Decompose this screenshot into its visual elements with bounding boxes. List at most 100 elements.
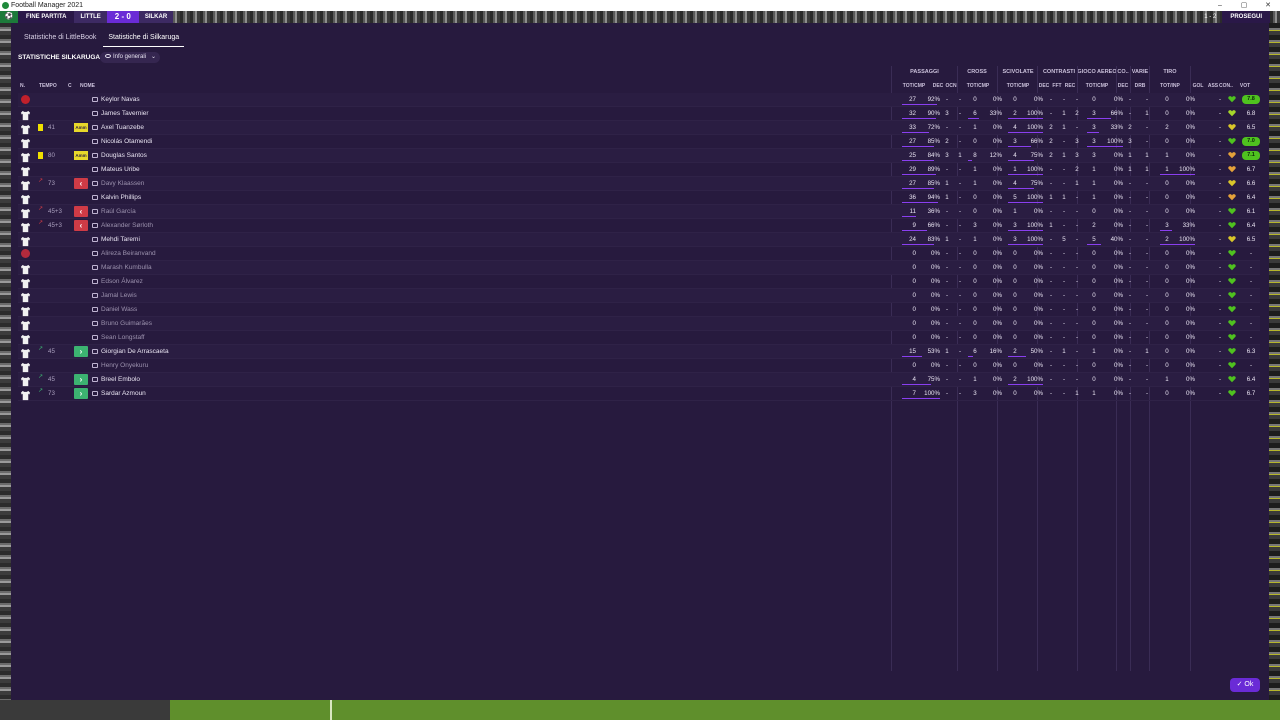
player-name[interactable]: Raúl García <box>101 205 136 218</box>
col-con[interactable]: CON.. <box>1218 83 1234 89</box>
col-gol[interactable]: GOL <box>1190 83 1206 89</box>
tab-silkaruga-stats[interactable]: Statistiche di Silkaruga <box>103 31 185 47</box>
col-tempo[interactable]: TEMPO <box>39 83 57 89</box>
player-name[interactable]: Sean Longstaff <box>101 331 145 344</box>
player-info-icon[interactable] <box>92 293 98 298</box>
table-row[interactable]: ↗ 45 › Breel Embolo 4 75% - -1 0% 2 100% - - -0 0% - -1 0… <box>18 373 1260 387</box>
player-name[interactable]: Mateus Uribe <box>101 163 140 176</box>
player-info-icon[interactable] <box>92 237 98 242</box>
player-info-icon[interactable] <box>92 195 98 200</box>
tab-littlebook-stats[interactable]: Statistiche di LittleBook <box>19 31 101 47</box>
player-name[interactable]: Kalvin Phillips <box>101 191 141 204</box>
table-row[interactable]: Keylor Navas 27 92% - -0 0% 0 0% - - -0 0% - -0 0% -7.8 <box>18 93 1260 107</box>
table-row[interactable]: Sean Longstaff 0 0% - -0 0% 0 0% - - -0 0% - -0 0% - - <box>18 331 1260 345</box>
col-contr-rec[interactable]: REC <box>1063 83 1077 89</box>
shots-on-target-pct: 0% <box>1186 138 1195 145</box>
player-info-icon[interactable] <box>92 363 98 368</box>
table-row[interactable]: ↗ 45 › Giorgian De Arrascaeta 15 53% 1-6 16% 2 50… <box>18 345 1260 359</box>
table-row[interactable]: James Tavernier 32 90% 3-6 33% 2 100% -1 2 3 66% -1… <box>18 107 1260 121</box>
player-info-icon[interactable] <box>92 251 98 256</box>
table-row[interactable]: 41 Amm Axel Tuanzebe 33 72% - -1 0% 4 100% 2 1-3 33%… <box>18 121 1260 135</box>
assists: - <box>1218 334 1222 341</box>
table-row[interactable]: Kalvin Phillips 36 94% 1-0 0% 5 100% 1 1-1 0% - -0 0… <box>18 191 1260 205</box>
close-icon[interactable]: ✕ <box>1256 0 1280 11</box>
col-n[interactable]: N. <box>20 83 25 89</box>
table-row[interactable]: ↗ 45+3 ‹ Alexander Sørloth 9 66% - -3 0% 3 100% 1- -… <box>18 219 1260 233</box>
col-pass-tot[interactable]: TOT/CMP <box>894 83 934 89</box>
team-tabs: Statistiche di LittleBook Statistiche di… <box>19 31 186 47</box>
table-row[interactable]: Bruno Guimarães 0 0% - -0 0% 0 0% - - -0 0% - -0 0% - - <box>18 317 1260 331</box>
player-name[interactable]: James Tavernier <box>101 107 149 120</box>
player-name[interactable]: Bruno Guimarães <box>101 317 152 330</box>
booking-badge: Amm <box>74 123 88 132</box>
shirt-icon <box>20 136 31 149</box>
col-vot[interactable]: VOT <box>1236 83 1254 89</box>
view-select-dropdown[interactable]: Info generali ⌄ <box>100 52 160 63</box>
player-info-icon[interactable] <box>92 265 98 270</box>
table-row[interactable]: ↗ 73 › Sardar Azmoun 7 100% - -3 0% 0 0% - -1 1 0% - -0 0… <box>18 387 1260 401</box>
col-contr-dec[interactable]: DEC <box>1037 83 1051 89</box>
table-row[interactable]: ↗ 73 ‹ Davy Klaassen 27 85% 1-1 0% 4 75% - -1 1 0% - -0… <box>18 177 1260 191</box>
continue-button[interactable]: PROSEGUI <box>1222 11 1270 23</box>
col-aereo-tot[interactable]: TOT/CMP <box>1077 83 1117 89</box>
player-name[interactable]: Keylor Navas <box>101 93 140 106</box>
player-name[interactable]: Nicolás Otamendi <box>101 135 152 148</box>
table-row[interactable]: 80 Amm Douglas Santos 25 84% 3 1 8 12% 4 75% 2 1 3 3 0%… <box>18 149 1260 163</box>
table-row[interactable]: Henry Onyekuru 0 0% - -0 0% 0 0% - - -0 0% - -0 0% - - <box>18 359 1260 373</box>
player-info-icon[interactable] <box>92 223 98 228</box>
col-cross-tot[interactable]: TOT/CMP <box>958 83 998 89</box>
restore-icon[interactable]: ▢ <box>1232 0 1256 11</box>
player-info-icon[interactable] <box>92 181 98 186</box>
player-info-icon[interactable] <box>92 125 98 130</box>
crosses-completed-pct: 0% <box>993 236 1002 243</box>
player-name[interactable]: Henry Onyekuru <box>101 359 148 372</box>
table-row[interactable]: Daniel Wass 0 0% - -0 0% 0 0% - - -0 0% - -0 0% - - <box>18 303 1260 317</box>
player-info-icon[interactable] <box>92 153 98 158</box>
player-info-icon[interactable] <box>92 335 98 340</box>
col-contr-fft[interactable]: FFT <box>1050 83 1064 89</box>
table-row[interactable]: Nicolás Otamendi 27 85% 2-0 0% 3 66% 2-3 3 100% 3-… <box>18 135 1260 149</box>
col-tiro-tot[interactable]: TOT/INP <box>1150 83 1190 89</box>
table-row[interactable]: Edson Álvarez 0 0% - -0 0% 0 0% - - -0 0% - -0 0% - - <box>18 275 1260 289</box>
player-name[interactable]: Sardar Azmoun <box>101 387 146 400</box>
player-info-icon[interactable] <box>92 279 98 284</box>
player-name[interactable]: Marash Kumbulla <box>101 261 152 274</box>
player-info-icon[interactable] <box>92 377 98 382</box>
player-name[interactable]: Jamal Lewis <box>101 289 137 302</box>
table-row[interactable]: Mehdi Taremi 24 83% 1-1 0% 3 100% -5-5 40% - -2 100… <box>18 233 1260 247</box>
col-c[interactable]: C <box>68 83 72 89</box>
col-scivolate-tot[interactable]: TOT/CMP <box>998 83 1038 89</box>
player-name[interactable]: Davy Klaassen <box>101 177 144 190</box>
player-name[interactable]: Douglas Santos <box>101 149 147 162</box>
col-nome[interactable]: NOME <box>80 83 95 89</box>
table-row[interactable]: ↗ 45+3 ‹ Raúl García 11 36% - -0 0% 1 0% - - -0 0% - -0 0… <box>18 205 1260 219</box>
player-info-icon[interactable] <box>92 97 98 102</box>
table-row[interactable]: Marash Kumbulla 0 0% - -0 0% 0 0% - - -0 0% - -0 0% - - <box>18 261 1260 275</box>
player-info-icon[interactable] <box>92 349 98 354</box>
percent-bar <box>902 131 929 133</box>
player-info-icon[interactable] <box>92 167 98 172</box>
player-name[interactable]: Alexander Sørloth <box>101 219 153 232</box>
player-name[interactable]: Mehdi Taremi <box>101 233 140 246</box>
ok-button[interactable]: ✓ Ok <box>1230 678 1260 692</box>
col-varie-drb[interactable]: DRB <box>1132 83 1148 89</box>
crosses-completed-pct: 0% <box>993 306 1002 313</box>
table-row[interactable]: Jamal Lewis 0 0% - -0 0% 0 0% - - -0 0% - -0 0% - - <box>18 289 1260 303</box>
player-info-icon[interactable] <box>92 321 98 326</box>
player-name[interactable]: Breel Embolo <box>101 373 140 386</box>
player-name[interactable]: Edson Álvarez <box>101 275 143 288</box>
player-info-icon[interactable] <box>92 391 98 396</box>
table-row[interactable]: Alireza Beiranvand 0 0% - -0 0% 0 0% - - -0 0% - -0 0%… <box>18 247 1260 261</box>
player-name[interactable]: Daniel Wass <box>101 303 137 316</box>
player-info-icon[interactable] <box>92 307 98 312</box>
player-name[interactable]: Giorgian De Arrascaeta <box>101 345 169 358</box>
player-name[interactable]: Axel Tuanzebe <box>101 121 144 134</box>
player-info-icon[interactable] <box>92 111 98 116</box>
minimize-icon[interactable]: – <box>1208 0 1232 11</box>
player-info-icon[interactable] <box>92 139 98 144</box>
player-name[interactable]: Alireza Beiranvand <box>101 247 156 260</box>
table-row[interactable]: Mateus Uribe 29 89% - -1 0% 1 100% - -2 1 0% 1 1 1 100%… <box>18 163 1260 177</box>
condition-heart-icon <box>1228 236 1236 243</box>
col-co-dec[interactable]: DEC <box>1116 83 1130 89</box>
player-info-icon[interactable] <box>92 209 98 214</box>
